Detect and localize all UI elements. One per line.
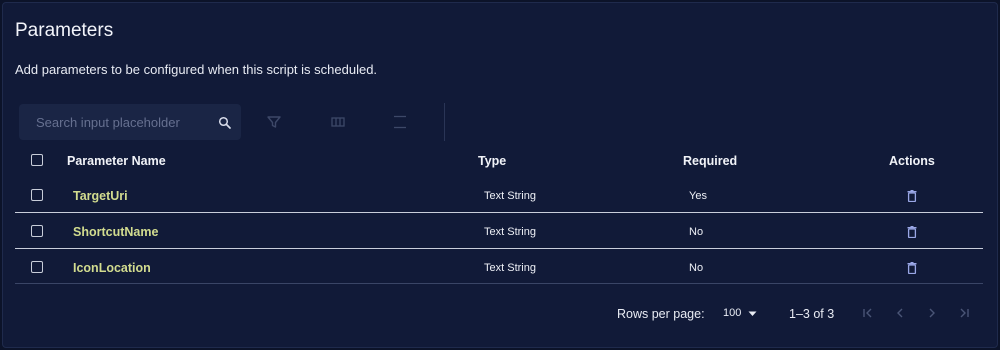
previous-page-icon[interactable] bbox=[893, 306, 907, 320]
panel-description: Add parameters to be configured when thi… bbox=[15, 62, 378, 77]
search-box bbox=[19, 104, 241, 140]
columns-icon[interactable] bbox=[329, 113, 347, 131]
row-checkbox[interactable] bbox=[31, 225, 43, 237]
parameter-required: No bbox=[689, 262, 704, 274]
select-all-checkbox[interactable] bbox=[31, 154, 43, 166]
parameter-type: Text String bbox=[484, 226, 536, 238]
table-row[interactable]: IconLocation Text String No bbox=[15, 249, 983, 285]
parameter-required: Yes bbox=[689, 190, 707, 202]
table-row[interactable]: ShortcutName Text String No bbox=[15, 213, 983, 249]
pagination-range: 1–3 of 3 bbox=[789, 307, 835, 321]
parameter-type: Text String bbox=[484, 190, 536, 202]
search-input[interactable] bbox=[19, 104, 241, 140]
table-bottom-border bbox=[15, 283, 983, 284]
delete-icon[interactable] bbox=[907, 190, 917, 202]
first-page-icon[interactable] bbox=[861, 306, 875, 320]
delete-icon[interactable] bbox=[907, 226, 917, 238]
column-header-actions: Actions bbox=[889, 154, 935, 168]
filter-icon[interactable] bbox=[265, 113, 283, 131]
search-icon[interactable] bbox=[218, 116, 232, 130]
column-header-name[interactable]: Parameter Name bbox=[67, 154, 166, 168]
parameter-type: Text String bbox=[484, 262, 536, 274]
parameters-panel: Parameters Add parameters to be configur… bbox=[2, 2, 998, 348]
toolbar-divider bbox=[444, 103, 445, 141]
row-checkbox[interactable] bbox=[31, 261, 43, 273]
parameter-name: IconLocation bbox=[73, 261, 151, 275]
parameter-name: ShortcutName bbox=[73, 225, 159, 239]
column-header-type[interactable]: Type bbox=[478, 154, 506, 168]
chevron-down-icon[interactable] bbox=[748, 311, 757, 317]
table-row[interactable]: TargetUri Text String Yes bbox=[15, 177, 983, 213]
row-checkbox[interactable] bbox=[31, 189, 43, 201]
panel-title: Parameters bbox=[15, 20, 114, 41]
next-page-icon[interactable] bbox=[925, 306, 939, 320]
parameter-required: No bbox=[689, 226, 704, 238]
delete-icon[interactable] bbox=[907, 262, 917, 274]
parameter-name: TargetUri bbox=[73, 189, 128, 203]
density-icon[interactable] bbox=[391, 113, 409, 131]
column-header-required[interactable]: Required bbox=[683, 154, 737, 168]
rows-per-page-select[interactable]: 100 bbox=[723, 307, 741, 319]
rows-per-page-label: Rows per page: bbox=[617, 307, 705, 321]
last-page-icon[interactable] bbox=[957, 306, 971, 320]
